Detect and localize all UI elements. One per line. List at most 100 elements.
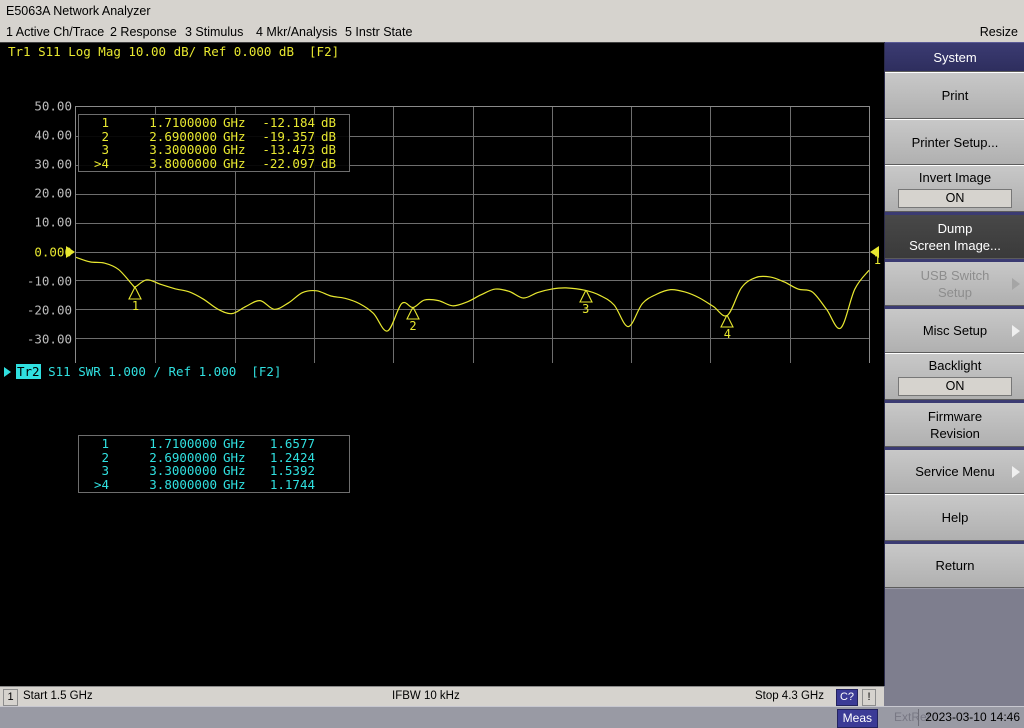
softkey-invert-image[interactable]: Invert Image ON [885, 165, 1024, 212]
softkey-label: Firmware [927, 408, 983, 424]
marker-index: 3 [101, 463, 109, 479]
softkey-service-menu[interactable]: Service Menu [885, 447, 1024, 494]
softkey-label: Print [941, 88, 969, 103]
marker-frequency-unit: GHz [223, 463, 246, 479]
menu-item-instr-state[interactable]: 5 Instr State [345, 22, 412, 42]
status-start-frequency[interactable]: Start 1.5 GHz [23, 690, 93, 702]
status-warning-badge[interactable]: ! [862, 689, 876, 706]
marker-frequency: 3.8000000 [149, 155, 217, 171]
marker-value: 1.2424 [269, 449, 315, 465]
marker-index: 2 [101, 128, 109, 144]
softkey-label: Service Menu [915, 464, 995, 479]
softkey-label: Invert Image [918, 170, 992, 185]
y-axis-tick-label: -20.00 [26, 302, 72, 318]
edge-marker-label: 1 [873, 252, 881, 267]
menu-bar: 1 Active Ch/Trace 2 Response 3 Stimulus … [0, 22, 1024, 42]
softkey-label: Revision [930, 425, 980, 441]
instrument-display[interactable]: Tr1 S11 Log Mag 10.00 dB/ Ref 0.000 dB [… [0, 42, 884, 686]
softkey-label: USB Switch [920, 267, 990, 283]
softkey-label: Printer Setup... [911, 134, 999, 150]
marker-table-row[interactable]: 1 1.7100000 GHz 1.6577 [83, 437, 345, 451]
marker-value: -12.184 [262, 115, 315, 130]
trace1-y-axis: 50.00 40.00 30.00 20.00 10.00 0.000 -10.00 -20.… [0, 99, 72, 405]
marker-index: 2 [101, 449, 109, 465]
marker-table-row[interactable]: >4 3.8000000 GHz 1.1744 [83, 478, 345, 492]
status-channel-number[interactable]: 1 [3, 689, 18, 706]
trace1-panel[interactable]: Tr1 S11 Log Mag 10.00 dB/ Ref 0.000 dB [… [0, 43, 884, 409]
softkey-label: Setup [938, 284, 972, 300]
softkey-state-value[interactable]: ON [898, 377, 1012, 396]
y-axis-tick-label: -30.00 [26, 331, 72, 347]
marker-frequency-unit: GHz [223, 476, 246, 492]
softkey-misc-setup[interactable]: Misc Setup [885, 306, 1024, 353]
marker-frequency-unit: GHz [223, 436, 246, 451]
marker-table-row[interactable]: 3 3.3000000 GHz -13.473 dB [83, 143, 345, 157]
y-axis-tick-label: 20.00 [34, 185, 72, 201]
softkey-menu[interactable]: System Print Printer Setup... Invert Image O… [884, 42, 1024, 686]
marker-frequency: 2.6900000 [149, 128, 217, 144]
trace2-title[interactable]: Tr2 S11 SWR 1.000 / Ref 1.000 [F2] [16, 364, 281, 379]
softkey-label: Help [941, 510, 969, 525]
window-title: E5063A Network Analyzer [0, 0, 1024, 22]
trace1-marker-table[interactable]: 1 1.7100000 GHz -12.184 dB 2 2.6900000 GHz -19.3… [78, 114, 350, 173]
marker-frequency-unit: GHz [223, 128, 246, 144]
softkey-return[interactable]: Return [885, 541, 1024, 588]
marker-table-row[interactable]: 2 2.6900000 GHz 1.2424 [83, 449, 345, 465]
marker-frequency-unit: GHz [223, 142, 246, 158]
status-bar: 1 Start 1.5 GHz IFBW 10 kHz Stop 4.3 GHz… [0, 686, 884, 706]
trace2-marker-table[interactable]: 1 1.7100000 GHz 1.6577 2 2.6900000 GHz 1.2424 3 3… [78, 435, 350, 494]
marker-value-unit: dB [321, 155, 337, 171]
softkey-backlight[interactable]: Backlight ON [885, 353, 1024, 400]
marker-index: 1 [101, 115, 109, 130]
marker-frequency: 3.3000000 [149, 463, 217, 479]
trace2-badge: Tr2 [16, 364, 41, 379]
softkey-printer-setup[interactable]: Printer Setup... [885, 119, 1024, 165]
softkey-state-value[interactable]: ON [898, 189, 1012, 208]
marker-value: -13.473 [262, 142, 315, 158]
marker-frequency-unit: GHz [223, 115, 246, 130]
softkey-print[interactable]: Print [885, 72, 1024, 119]
menu-item-active-ch-trace[interactable]: 1 Active Ch/Trace [6, 22, 104, 42]
marker-index: >4 [93, 155, 109, 171]
softkey-usb-switch-setup: USB Switch Setup [885, 259, 1024, 306]
trace2-panel[interactable]: Tr2 S11 SWR 1.000 / Ref 1.000 [F2] 11.00… [0, 363, 884, 685]
softkey-label: Return [935, 558, 975, 573]
marker-value-unit: dB [321, 128, 337, 144]
marker-frequency: 1.7100000 [149, 115, 217, 130]
y-axis-tick-label: 10.00 [34, 214, 72, 230]
marker-index: 3 [101, 142, 109, 158]
softkey-filler [884, 686, 1024, 706]
y-axis-tick-label: 30.00 [34, 156, 72, 172]
chevron-right-icon [1012, 324, 1020, 337]
softkey-label: System [933, 49, 977, 65]
trace1-title[interactable]: Tr1 S11 Log Mag 10.00 dB/ Ref 0.000 dB [… [8, 44, 339, 59]
bottom-bar: Meas ExtRef 2023-03-10 14:46 [0, 706, 1024, 728]
y-axis-tick-label: -10.00 [26, 273, 72, 289]
status-ifbw[interactable]: IFBW 10 kHz [392, 690, 460, 702]
marker-table-row[interactable]: 2 2.6900000 GHz -19.357 dB [83, 128, 345, 144]
marker-table-row[interactable]: 3 3.3000000 GHz 1.5392 [83, 464, 345, 478]
marker-table-row[interactable]: 1 1.7100000 GHz -12.184 dB [83, 116, 345, 130]
marker-value: -19.357 [262, 128, 315, 144]
application-window: E5063A Network Analyzer 1 Active Ch/Trac… [0, 0, 1024, 728]
softkey-dump-screen-image[interactable]: Dump Screen Image... [885, 212, 1024, 259]
marker-frequency: 3.8000000 [149, 476, 217, 492]
trace2-title-text: S11 SWR 1.000 / Ref 1.000 [F2] [40, 364, 282, 379]
menu-item-mkr-analysis[interactable]: 4 Mkr/Analysis [256, 22, 337, 42]
softkey-system[interactable]: System [885, 42, 1024, 72]
marker-table-row[interactable]: >4 3.8000000 GHz -22.097 dB [83, 157, 345, 171]
marker-value-unit: dB [321, 142, 337, 158]
softkey-firmware-revision[interactable]: Firmware Revision [885, 400, 1024, 447]
marker-value: 1.6577 [269, 436, 315, 451]
resize-button[interactable]: Resize [980, 22, 1018, 42]
status-correction-badge[interactable]: C? [835, 689, 858, 706]
softkey-label: Dump [937, 220, 973, 236]
softkey-help[interactable]: Help [885, 494, 1024, 541]
menu-item-response[interactable]: 2 Response [110, 22, 177, 42]
status-stop-frequency[interactable]: Stop 4.3 GHz [755, 690, 824, 702]
marker-value: 1.1744 [269, 476, 315, 492]
y-axis-tick-label: 40.00 [34, 127, 72, 143]
menu-item-stimulus[interactable]: 3 Stimulus [185, 22, 243, 42]
reference-level-arrow-left-icon[interactable] [66, 245, 75, 258]
y-axis-tick-label: 0.000 [34, 244, 72, 259]
